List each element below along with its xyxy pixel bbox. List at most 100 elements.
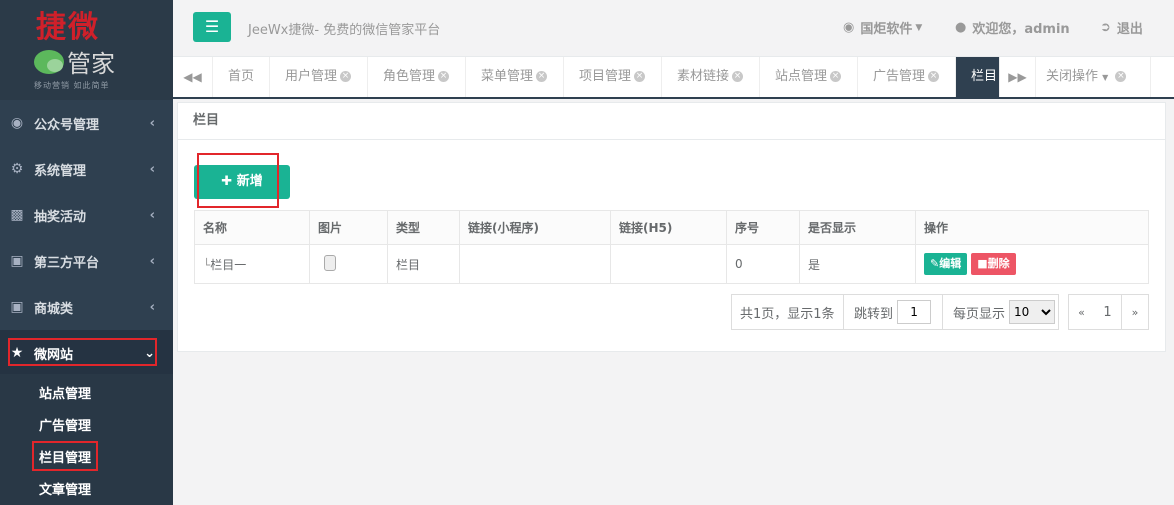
sidebar-item-lottery[interactable]: ▩ 抽奖活动 ‹ [0, 192, 173, 238]
link-h5-value [610, 244, 727, 284]
highlight-box [197, 153, 279, 208]
column-header: 序号 [726, 210, 800, 245]
menu-toggle-button[interactable]: ☰ [193, 12, 231, 42]
type-value: 栏目 [387, 244, 460, 284]
column-header: 链接(小程序) [459, 210, 611, 245]
tab-project-management[interactable]: 项目管理 × [564, 57, 662, 97]
close-operations-dropdown[interactable]: 关闭操作 ▼ × [1036, 57, 1151, 97]
tab-menu-management[interactable]: 菜单管理 × [466, 57, 564, 97]
tab-bar: ◀◀ 首页 用户管理 × 角色管理 × 菜单管理 × 项目管理 × 素材链接 × 站点管理… [173, 57, 1174, 99]
close-icon[interactable]: × [1115, 71, 1127, 82]
sidebar-item-label: 公众号管理 [34, 117, 100, 133]
org-label: 国炬软件 [860, 22, 913, 37]
org-menu[interactable]: ◉ 国炬软件 ▼ [843, 18, 922, 37]
prev-page-button[interactable]: « [1068, 294, 1095, 330]
chevron-left-icon: ‹ [149, 207, 155, 223]
sidebar-item-third-party[interactable]: ▣ 第三方平台 ‹ [0, 238, 173, 284]
sidebar: 捷微 管家 移动营销 如此简单 ◉ 公众号管理 ‹ ⚙ 系统管理 ‹ ▩ 抽奖活… [0, 0, 173, 505]
trash-icon: ■ [977, 257, 988, 270]
column-panel: 栏目 ✚ 新增 名称 图片 类型 链接(小程序) 链接(H5) 序号 是否显示 … [177, 102, 1166, 352]
link-mini-value [459, 244, 611, 284]
backward-icon: ◀◀ [183, 70, 202, 84]
close-icon[interactable]: × [438, 71, 450, 82]
logo-title: 捷微 [36, 10, 100, 45]
per-page-label: 每页显示 [953, 306, 1006, 322]
chevron-down-icon: ⌄ [144, 345, 155, 361]
tab-column[interactable]: 栏目 [956, 57, 1000, 97]
highlight-box [8, 338, 157, 366]
site-title: JeeWx捷微- 免费的微信管家平台 [248, 23, 441, 38]
edit-button[interactable]: ✎编辑 [924, 253, 968, 275]
logo-tagline: 移动营销 如此简单 [34, 81, 110, 90]
wechat-icon: ◉ [843, 20, 855, 35]
logo-subtitle: 管家 [34, 44, 115, 79]
image-cell [309, 244, 388, 284]
tab-ad-management[interactable]: 广告管理 × [858, 57, 956, 97]
sidebar-item-public-account[interactable]: ◉ 公众号管理 ‹ [0, 100, 173, 146]
column-header: 图片 [309, 210, 388, 245]
table-header-row: 名称 图片 类型 链接(小程序) 链接(H5) 序号 是否显示 操作 [194, 210, 1149, 245]
sidebar-item-micro-site[interactable]: ★ 微网站 ⌄ [0, 330, 173, 376]
order-value: 0 [726, 244, 800, 284]
column-header: 操作 [915, 210, 1149, 245]
current-page-button[interactable]: 1 [1094, 294, 1122, 330]
panel-title: 栏目 [178, 103, 1165, 140]
close-icon[interactable]: × [928, 71, 940, 82]
chevron-left-icon: ‹ [149, 299, 155, 315]
tab-material-links[interactable]: 素材链接 × [662, 57, 760, 97]
next-page-button[interactable]: » [1122, 294, 1149, 330]
tab-user-management[interactable]: 用户管理 × [270, 57, 368, 97]
submenu-item-site[interactable]: 站点管理 [39, 383, 91, 402]
cart-icon: ▣ [10, 299, 24, 315]
logout-label: 退出 [1116, 22, 1143, 37]
hamburger-icon: ☰ [204, 17, 220, 36]
gift-icon: ▩ [10, 207, 24, 223]
sidebar-item-label: 抽奖活动 [34, 209, 87, 225]
sidebar-item-system[interactable]: ⚙ 系统管理 ‹ [0, 146, 173, 192]
column-header: 是否显示 [799, 210, 916, 245]
highlight-box [32, 441, 98, 471]
page-summary: 共1页，显示1条 [731, 294, 844, 330]
close-icon[interactable]: × [634, 71, 646, 82]
column-table: 名称 图片 类型 链接(小程序) 链接(H5) 序号 是否显示 操作 └栏目一 … [194, 210, 1149, 284]
top-bar: ☰ JeeWx捷微- 免费的微信管家平台 ◉ 国炬软件 ▼ ● 欢迎您，admi… [173, 0, 1174, 57]
page-jump: 跳转到 [844, 294, 943, 330]
jump-label: 跳转到 [854, 306, 894, 322]
cart-icon: ▣ [10, 253, 24, 269]
jump-input[interactable] [897, 300, 932, 324]
chevron-left-icon: ‹ [149, 115, 155, 131]
logo-subtitle-text: 管家 [67, 50, 115, 78]
edit-icon: ✎ [930, 257, 940, 270]
tab-home[interactable]: 首页 [213, 57, 270, 97]
logo: 捷微 管家 移动营销 如此简单 [0, 0, 173, 100]
submenu-item-article[interactable]: 文章管理 [39, 479, 91, 498]
actions-cell: ✎编辑 ■删除 [915, 244, 1149, 284]
close-icon[interactable]: × [830, 71, 842, 82]
chevron-left-icon: ‹ [149, 161, 155, 177]
sidebar-item-mall[interactable]: ▣ 商城类 ‹ [0, 284, 173, 330]
close-icon[interactable]: × [536, 71, 548, 82]
close-icon[interactable]: × [340, 71, 352, 82]
wechat-icon: ◉ [10, 115, 24, 131]
tab-site-management[interactable]: 站点管理 × [760, 57, 858, 97]
image-thumbnail-icon[interactable] [324, 254, 336, 271]
logout-link[interactable]: ➲ 退出 [1100, 18, 1143, 37]
table-row: └栏目一 栏目 0 是 ✎编辑 ■删除 [194, 244, 1149, 284]
show-value: 是 [799, 244, 916, 284]
user-welcome[interactable]: ● 欢迎您，admin [955, 18, 1070, 37]
welcome-text: 欢迎您，admin [972, 22, 1070, 37]
delete-button[interactable]: ■删除 [971, 253, 1016, 275]
tab-scroll-right-button[interactable]: ▶▶ [1000, 57, 1036, 97]
wechat-logo-icon [34, 49, 64, 74]
per-page-select[interactable]: 10 [1009, 300, 1056, 324]
chevron-left-icon: ‹ [149, 253, 155, 269]
caret-down-icon: ▼ [1102, 73, 1109, 82]
caret-down-icon: ▼ [915, 22, 923, 33]
column-header: 名称 [194, 210, 310, 245]
tab-role-management[interactable]: 角色管理 × [368, 57, 466, 97]
column-header: 链接(H5) [610, 210, 727, 245]
submenu-item-ads[interactable]: 广告管理 [39, 415, 91, 434]
tab-scroll-left-button[interactable]: ◀◀ [173, 57, 213, 97]
gear-icon: ⚙ [10, 161, 24, 177]
close-icon[interactable]: × [732, 71, 744, 82]
